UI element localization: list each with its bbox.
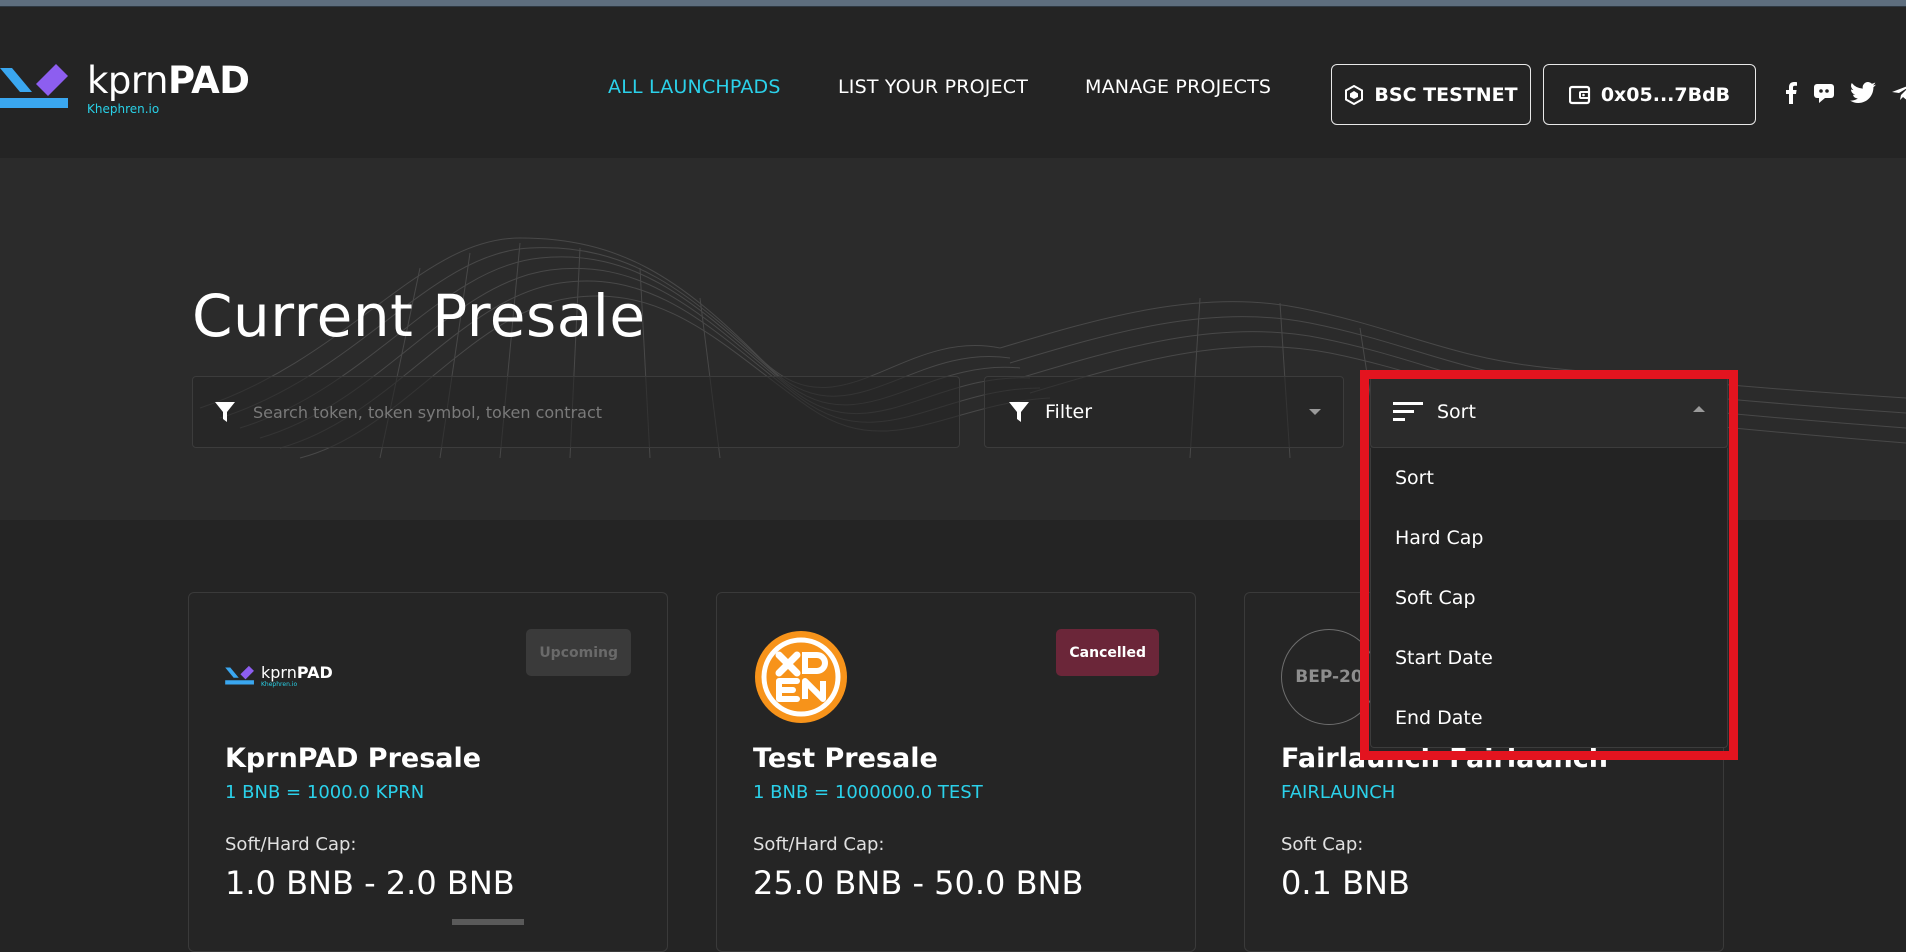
- brand-mark-icon: [0, 64, 68, 108]
- sort-dropdown[interactable]: Sort: [1370, 376, 1728, 448]
- sort-option-default[interactable]: Sort: [1371, 448, 1727, 508]
- network-label: BSC TESTNET: [1374, 83, 1518, 106]
- telegram-icon[interactable]: [1891, 83, 1906, 107]
- sort-option-soft-cap[interactable]: Soft Cap: [1371, 568, 1727, 628]
- brand-logo[interactable]: kprnPAD Khephren.io: [0, 60, 250, 120]
- network-button[interactable]: BSC TESTNET: [1331, 64, 1531, 125]
- filter-dropdown[interactable]: Filter: [984, 376, 1344, 448]
- card-cap-value: 1.0 BNB - 2.0 BNB: [225, 864, 515, 902]
- status-badge: Cancelled: [1056, 629, 1159, 676]
- nav-list-your-project[interactable]: LIST YOUR PROJECT: [838, 76, 1028, 98]
- horizontal-scrollbar[interactable]: [452, 919, 524, 925]
- card-rate: 1 BNB = 1000000.0 TEST: [753, 782, 983, 803]
- search-input[interactable]: [253, 402, 853, 422]
- sort-option-start-date[interactable]: Start Date: [1371, 628, 1727, 688]
- funnel-icon: [215, 402, 235, 422]
- token-logo: [753, 629, 849, 729]
- wallet-button[interactable]: 0x05...7BdB: [1543, 64, 1756, 125]
- brand-mark-icon: [225, 665, 254, 685]
- status-badge: Upcoming: [526, 629, 631, 676]
- presale-card[interactable]: kprnPAD Khephren.io Upcoming KprnPAD Pre…: [188, 592, 668, 952]
- card-logo-subtitle: Khephren.io: [261, 681, 298, 688]
- card-rate: 1 BNB = 1000.0 KPRN: [225, 782, 425, 803]
- nav-all-launchpads[interactable]: ALL LAUNCHPADS: [608, 76, 781, 98]
- chevron-up-icon: [1693, 406, 1705, 412]
- page-title: Current Presale: [192, 282, 646, 350]
- discord-icon[interactable]: [1813, 83, 1835, 107]
- card-cap-label: Soft/Hard Cap:: [753, 834, 885, 855]
- sort-option-end-date[interactable]: End Date: [1371, 688, 1727, 748]
- card-cap-value: 25.0 BNB - 50.0 BNB: [753, 864, 1084, 902]
- wallet-address: 0x05...7BdB: [1600, 83, 1731, 106]
- card-cap-value: 0.1 BNB: [1281, 864, 1410, 902]
- brand-subtitle: Khephren.io: [87, 102, 160, 116]
- card-title: Test Presale: [753, 743, 938, 774]
- site-header: kprnPAD Khephren.io ALL LAUNCHPADS LIST …: [0, 8, 1906, 158]
- browser-top-edge: [0, 0, 1906, 7]
- bnb-network-icon: [1345, 84, 1364, 105]
- wallet-icon: [1568, 85, 1590, 104]
- sort-lines-icon: [1393, 402, 1423, 421]
- card-rate: FAIRLAUNCH: [1281, 782, 1396, 803]
- facebook-icon[interactable]: [1784, 82, 1798, 108]
- brand-name: kprnPAD: [87, 59, 250, 102]
- kprn-token-icon: [755, 631, 847, 723]
- presale-card[interactable]: Cancelled Test Presale 1 BNB = 1000000.0…: [716, 592, 1196, 952]
- card-title: KprnPAD Presale: [225, 743, 482, 774]
- sort-option-hard-cap[interactable]: Hard Cap: [1371, 508, 1727, 568]
- card-cap-label: Soft/Hard Cap:: [225, 834, 357, 855]
- nav-manage-projects[interactable]: MANAGE PROJECTS: [1085, 76, 1271, 98]
- token-logo-placeholder: BEP-20: [1281, 629, 1377, 725]
- funnel-icon: [1009, 402, 1029, 422]
- twitter-icon[interactable]: [1850, 82, 1876, 108]
- chevron-down-icon: [1309, 409, 1321, 415]
- search-bar[interactable]: [192, 376, 960, 448]
- card-cap-label: Soft Cap:: [1281, 834, 1364, 855]
- social-links: [1784, 82, 1906, 108]
- sort-label: Sort: [1437, 401, 1476, 423]
- sort-menu: Sort Hard Cap Soft Cap Start Date End Da…: [1370, 448, 1728, 748]
- filter-label: Filter: [1045, 401, 1093, 423]
- card-logo: kprnPAD Khephren.io: [225, 663, 333, 691]
- card-logo-text: kprnPAD: [261, 663, 333, 682]
